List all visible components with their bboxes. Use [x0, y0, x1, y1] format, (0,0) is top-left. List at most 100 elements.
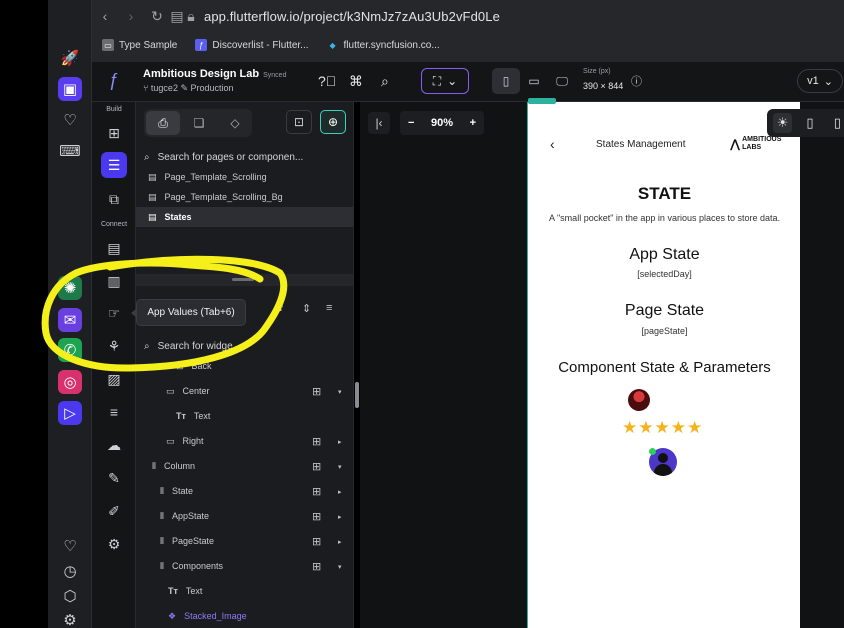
instagram-icon[interactable]: ◎: [58, 370, 82, 394]
tree-node-back[interactable]: ⊡ Back: [176, 356, 212, 376]
desktop-device-button[interactable]: 🖵: [548, 68, 576, 94]
app-values-icon[interactable]: ☞: [101, 300, 127, 326]
caret-right-icon[interactable]: ▸: [338, 488, 342, 496]
clock-icon[interactable]: ◷: [58, 559, 82, 583]
add-child-icon[interactable]: ⊞: [312, 385, 321, 398]
tree-node-center[interactable]: ▭ Center: [166, 381, 210, 401]
briefcase-icon[interactable]: ▣: [58, 77, 82, 101]
page-item[interactable]: ▤ Page_Template_Scrolling_Bg: [136, 187, 353, 207]
add-child-icon[interactable]: ⊞: [312, 435, 321, 448]
tooltip-text: App Values (Tab+6): [147, 307, 235, 318]
bookmark-syncfusion[interactable]: ◆ flutter.syncfusion.co...: [327, 39, 439, 51]
tab-pages[interactable]: ⎙: [146, 111, 180, 135]
tab-gems[interactable]: ◇: [218, 111, 252, 135]
storyboard-icon[interactable]: ⧉: [101, 186, 127, 212]
zoom-level[interactable]: 90%: [431, 117, 453, 129]
expand-tree-icon[interactable]: ⇕: [302, 302, 311, 315]
bookmark-type-sample[interactable]: ▭ Type Sample: [102, 39, 177, 51]
add-child-icon[interactable]: ⊞: [312, 460, 321, 473]
forward-icon[interactable]: ›: [118, 8, 144, 24]
zoom-in-icon[interactable]: +: [470, 117, 476, 129]
widgets-search[interactable]: ⌕ Search for widge...: [136, 335, 353, 357]
size-value[interactable]: 390 × 844: [583, 81, 623, 91]
sort-tree-icon[interactable]: ≡: [326, 302, 332, 314]
caret-down-icon[interactable]: ▾: [338, 388, 342, 396]
tree-node-appstate[interactable]: ⦀ AppState: [160, 506, 209, 526]
app-values-tooltip: App Values (Tab+6): [131, 299, 246, 326]
back-icon[interactable]: ‹: [92, 8, 118, 24]
caret-down-icon[interactable]: ▾: [338, 563, 342, 571]
caret-right-icon[interactable]: ▸: [338, 438, 342, 446]
tree-node-stacked-image[interactable]: ❖ Stacked_Image: [168, 606, 247, 626]
rocket-icon[interactable]: 🚀: [58, 46, 82, 70]
command-icon[interactable]: ⌘: [349, 73, 363, 90]
heart-chat-icon[interactable]: ♡: [58, 108, 82, 132]
add-widget-icon[interactable]: ⊞: [101, 120, 127, 146]
tree-node-components[interactable]: ⦀ Components: [160, 556, 223, 576]
tree-node-text-2[interactable]: Tт Text: [168, 581, 202, 601]
messenger-icon[interactable]: ✉: [58, 308, 82, 332]
panel-scrollbar[interactable]: [355, 382, 359, 408]
add-page-button[interactable]: ⊕: [320, 110, 346, 134]
page-item[interactable]: ▤ Page_Template_Scrolling: [136, 167, 353, 187]
help-icon[interactable]: ?⃝: [318, 73, 336, 89]
cloud-functions-icon[interactable]: ☁: [101, 432, 127, 458]
new-folder-button[interactable]: ⊡: [286, 110, 312, 134]
phone-preview[interactable]: ‹ States Management ⋀ AMBITIOUS LABS STA…: [527, 98, 800, 628]
route-selector-button[interactable]: ⛶ ⌄: [421, 68, 469, 94]
tree-node-column[interactable]: ⦀ Column: [152, 456, 195, 476]
address-bar[interactable]: app.flutterflow.io/project/k3NmJz7zAu3Ub…: [204, 9, 500, 24]
chatgpt-icon[interactable]: ✺: [58, 276, 82, 300]
gamepad-icon[interactable]: ⌨: [58, 139, 82, 163]
panel-resize-handle[interactable]: [136, 274, 353, 286]
whatsapp-icon[interactable]: ✆: [58, 338, 82, 362]
caret-right-icon[interactable]: ▸: [338, 538, 342, 546]
heart-icon[interactable]: ♡: [58, 534, 82, 558]
phone-device-button[interactable]: ▯: [492, 68, 520, 94]
media-assets-icon[interactable]: ▨: [101, 366, 127, 392]
theme-icon[interactable]: ✐: [101, 498, 127, 524]
tree-node-pagestate[interactable]: ⦀ PageState: [160, 531, 214, 551]
lock-widget-icon[interactable]: 🔓︎: [276, 302, 283, 315]
page-item-selected[interactable]: ▤ States: [136, 207, 353, 227]
integrations-icon[interactable]: ⚘: [101, 333, 127, 359]
agents-icon[interactable]: ✎: [101, 465, 127, 491]
tree-node-text[interactable]: Tт Text: [176, 406, 210, 426]
caret-down-icon[interactable]: ▾: [338, 463, 342, 471]
tab-components[interactable]: ❏: [182, 111, 216, 135]
zoom-control: − 90% +: [400, 111, 484, 135]
settings-icon[interactable]: ⚙: [58, 608, 82, 628]
custom-code-icon[interactable]: ≡: [101, 399, 127, 425]
tablet-device-button[interactable]: ▭: [520, 68, 548, 94]
caret-right-icon[interactable]: ▸: [338, 513, 342, 521]
zoom-out-icon[interactable]: −: [408, 117, 414, 129]
reload-icon[interactable]: ↻: [144, 8, 170, 25]
branch-info[interactable]: ⑂ tugce2 ✎ Production: [143, 83, 234, 94]
pages-search[interactable]: ⌕ Search for pages or componen...: [136, 146, 353, 168]
database-icon[interactable]: ▤: [101, 235, 127, 261]
search-icon[interactable]: ⌕: [381, 73, 389, 90]
version-selector[interactable]: v1 ⌄: [797, 69, 843, 93]
design-canvas[interactable]: |‹ − 90% + ‹ States Management ⋀ AMBITIO…: [360, 98, 844, 628]
media-player-icon[interactable]: ▷: [58, 401, 82, 425]
phone-frame-icon[interactable]: ▯: [800, 113, 819, 133]
add-child-icon[interactable]: ⊞: [312, 510, 321, 523]
settings-gear-icon[interactable]: ⚙: [101, 531, 127, 557]
tree-node-right[interactable]: ▭ Right: [166, 431, 204, 451]
add-child-icon[interactable]: ⊞: [312, 485, 321, 498]
light-mode-icon[interactable]: ☀: [773, 113, 793, 133]
add-child-icon[interactable]: ⊞: [312, 535, 321, 548]
tree-node-state[interactable]: ⦀ State: [160, 481, 193, 501]
info-icon[interactable]: ⓘ: [631, 73, 642, 89]
project-name[interactable]: Ambitious Design Lab Synced: [143, 68, 286, 80]
flutterflow-logo-icon[interactable]: ƒ: [102, 70, 126, 94]
clipboard-icon[interactable]: ▤: [170, 8, 184, 25]
add-child-icon[interactable]: ⊞: [312, 560, 321, 573]
cube-icon[interactable]: ⬡: [58, 584, 82, 608]
page-list-icon[interactable]: ☰: [101, 152, 127, 178]
collapse-panel-icon[interactable]: |‹: [368, 112, 390, 134]
bookmark-discoverlist[interactable]: ƒ Discoverlist - Flutter...: [195, 39, 309, 51]
data-types-icon[interactable]: ▥: [101, 268, 127, 294]
tablet-frame-icon[interactable]: ▯: [828, 113, 844, 133]
chevron-left-icon[interactable]: ‹: [550, 136, 555, 152]
